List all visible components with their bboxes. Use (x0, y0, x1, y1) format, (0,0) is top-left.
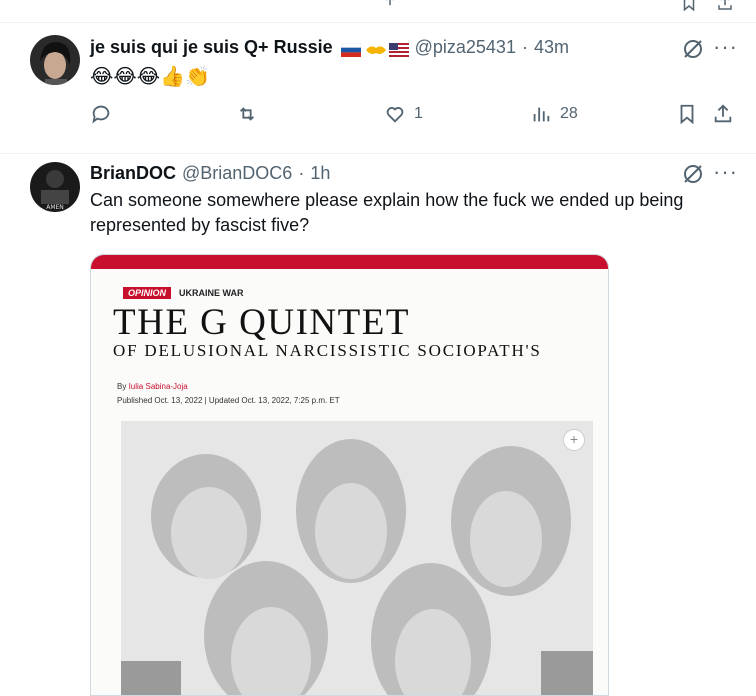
grok-icon[interactable] (681, 37, 705, 61)
upload-icon[interactable] (716, 0, 734, 12)
tweet-time[interactable]: 43m (534, 37, 569, 58)
more-options-icon[interactable]: ··· (713, 36, 738, 58)
portrait-photo: + (121, 421, 593, 695)
article-screenshot: OPINION UKRAINE WAR THE G QUINTET OF DEL… (91, 269, 608, 695)
views-button[interactable]: 28 (530, 103, 578, 125)
section-tag: UKRAINE WAR (179, 288, 244, 298)
zoom-icon[interactable]: + (563, 429, 585, 451)
tweet-time[interactable]: 1h (310, 163, 330, 184)
share-icon (714, 104, 732, 123)
avatar[interactable] (30, 35, 80, 85)
portrait-illustration (121, 421, 593, 695)
separator: · (521, 37, 528, 57)
usa-flag-icon (388, 41, 409, 57)
article-headline: THE G QUINTET (113, 302, 410, 343)
retweet-icon (239, 107, 255, 121)
views-count: 28 (560, 105, 578, 122)
article-subheadline: OF DELUSIONAL NARCISSISTIC SOCIOPATH'S (113, 341, 542, 360)
author-name[interactable]: BrianDOC (90, 163, 176, 184)
byline-author: Iulia Sabina-Joja (128, 382, 188, 391)
opinion-tag: OPINION (123, 287, 172, 299)
views-icon (533, 107, 550, 122)
tweet-text: Can someone somewhere please explain how… (90, 190, 684, 235)
red-header-bar (91, 255, 608, 269)
tweet-header: BrianDOC @BrianDOC6 · 1h (90, 163, 330, 184)
previous-tweet-edge (0, 0, 756, 23)
like-count: 1 (414, 105, 423, 122)
retweet-button[interactable] (236, 103, 266, 125)
russia-flag-icon (340, 41, 361, 57)
bookmark-icon[interactable] (680, 0, 698, 12)
author-handle[interactable]: @BrianDOC6 (182, 163, 292, 184)
author-name[interactable]: je suis qui je suis Q+ Russie (90, 37, 333, 58)
author-handle[interactable]: @piza25431 (415, 37, 516, 58)
avatar[interactable]: AMEN (30, 162, 80, 212)
svg-text:AMEN: AMEN (46, 204, 64, 211)
separator: · (298, 163, 305, 183)
share-icon[interactable] (381, 0, 399, 12)
handshake-icon (365, 41, 386, 55)
tweet-1[interactable]: je suis qui je suis Q+ Russie @piza25431… (0, 23, 756, 154)
reply-icon (92, 105, 110, 124)
heart-icon (386, 107, 404, 123)
grok-icon[interactable] (681, 162, 705, 186)
share-button[interactable] (712, 103, 734, 125)
byline-prefix: By (117, 382, 127, 391)
reply-button[interactable] (90, 103, 120, 125)
bookmark-button[interactable] (676, 103, 698, 125)
article-byline: By Iulia Sabina-Joja (117, 382, 188, 391)
more-options-icon[interactable]: ··· (713, 161, 738, 183)
tweet-header: je suis qui je suis Q+ Russie @piza25431… (90, 37, 569, 58)
tweet-text: 😂😂😂👍👏 (90, 66, 210, 88)
tweet-media-image[interactable]: OPINION UKRAINE WAR THE G QUINTET OF DEL… (90, 254, 609, 696)
like-button[interactable]: 1 (384, 103, 423, 125)
action-bar: 1 28 (0, 103, 756, 133)
article-dateline: Published Oct. 13, 2022 | Updated Oct. 1… (117, 396, 340, 405)
bookmark-icon (680, 104, 694, 125)
